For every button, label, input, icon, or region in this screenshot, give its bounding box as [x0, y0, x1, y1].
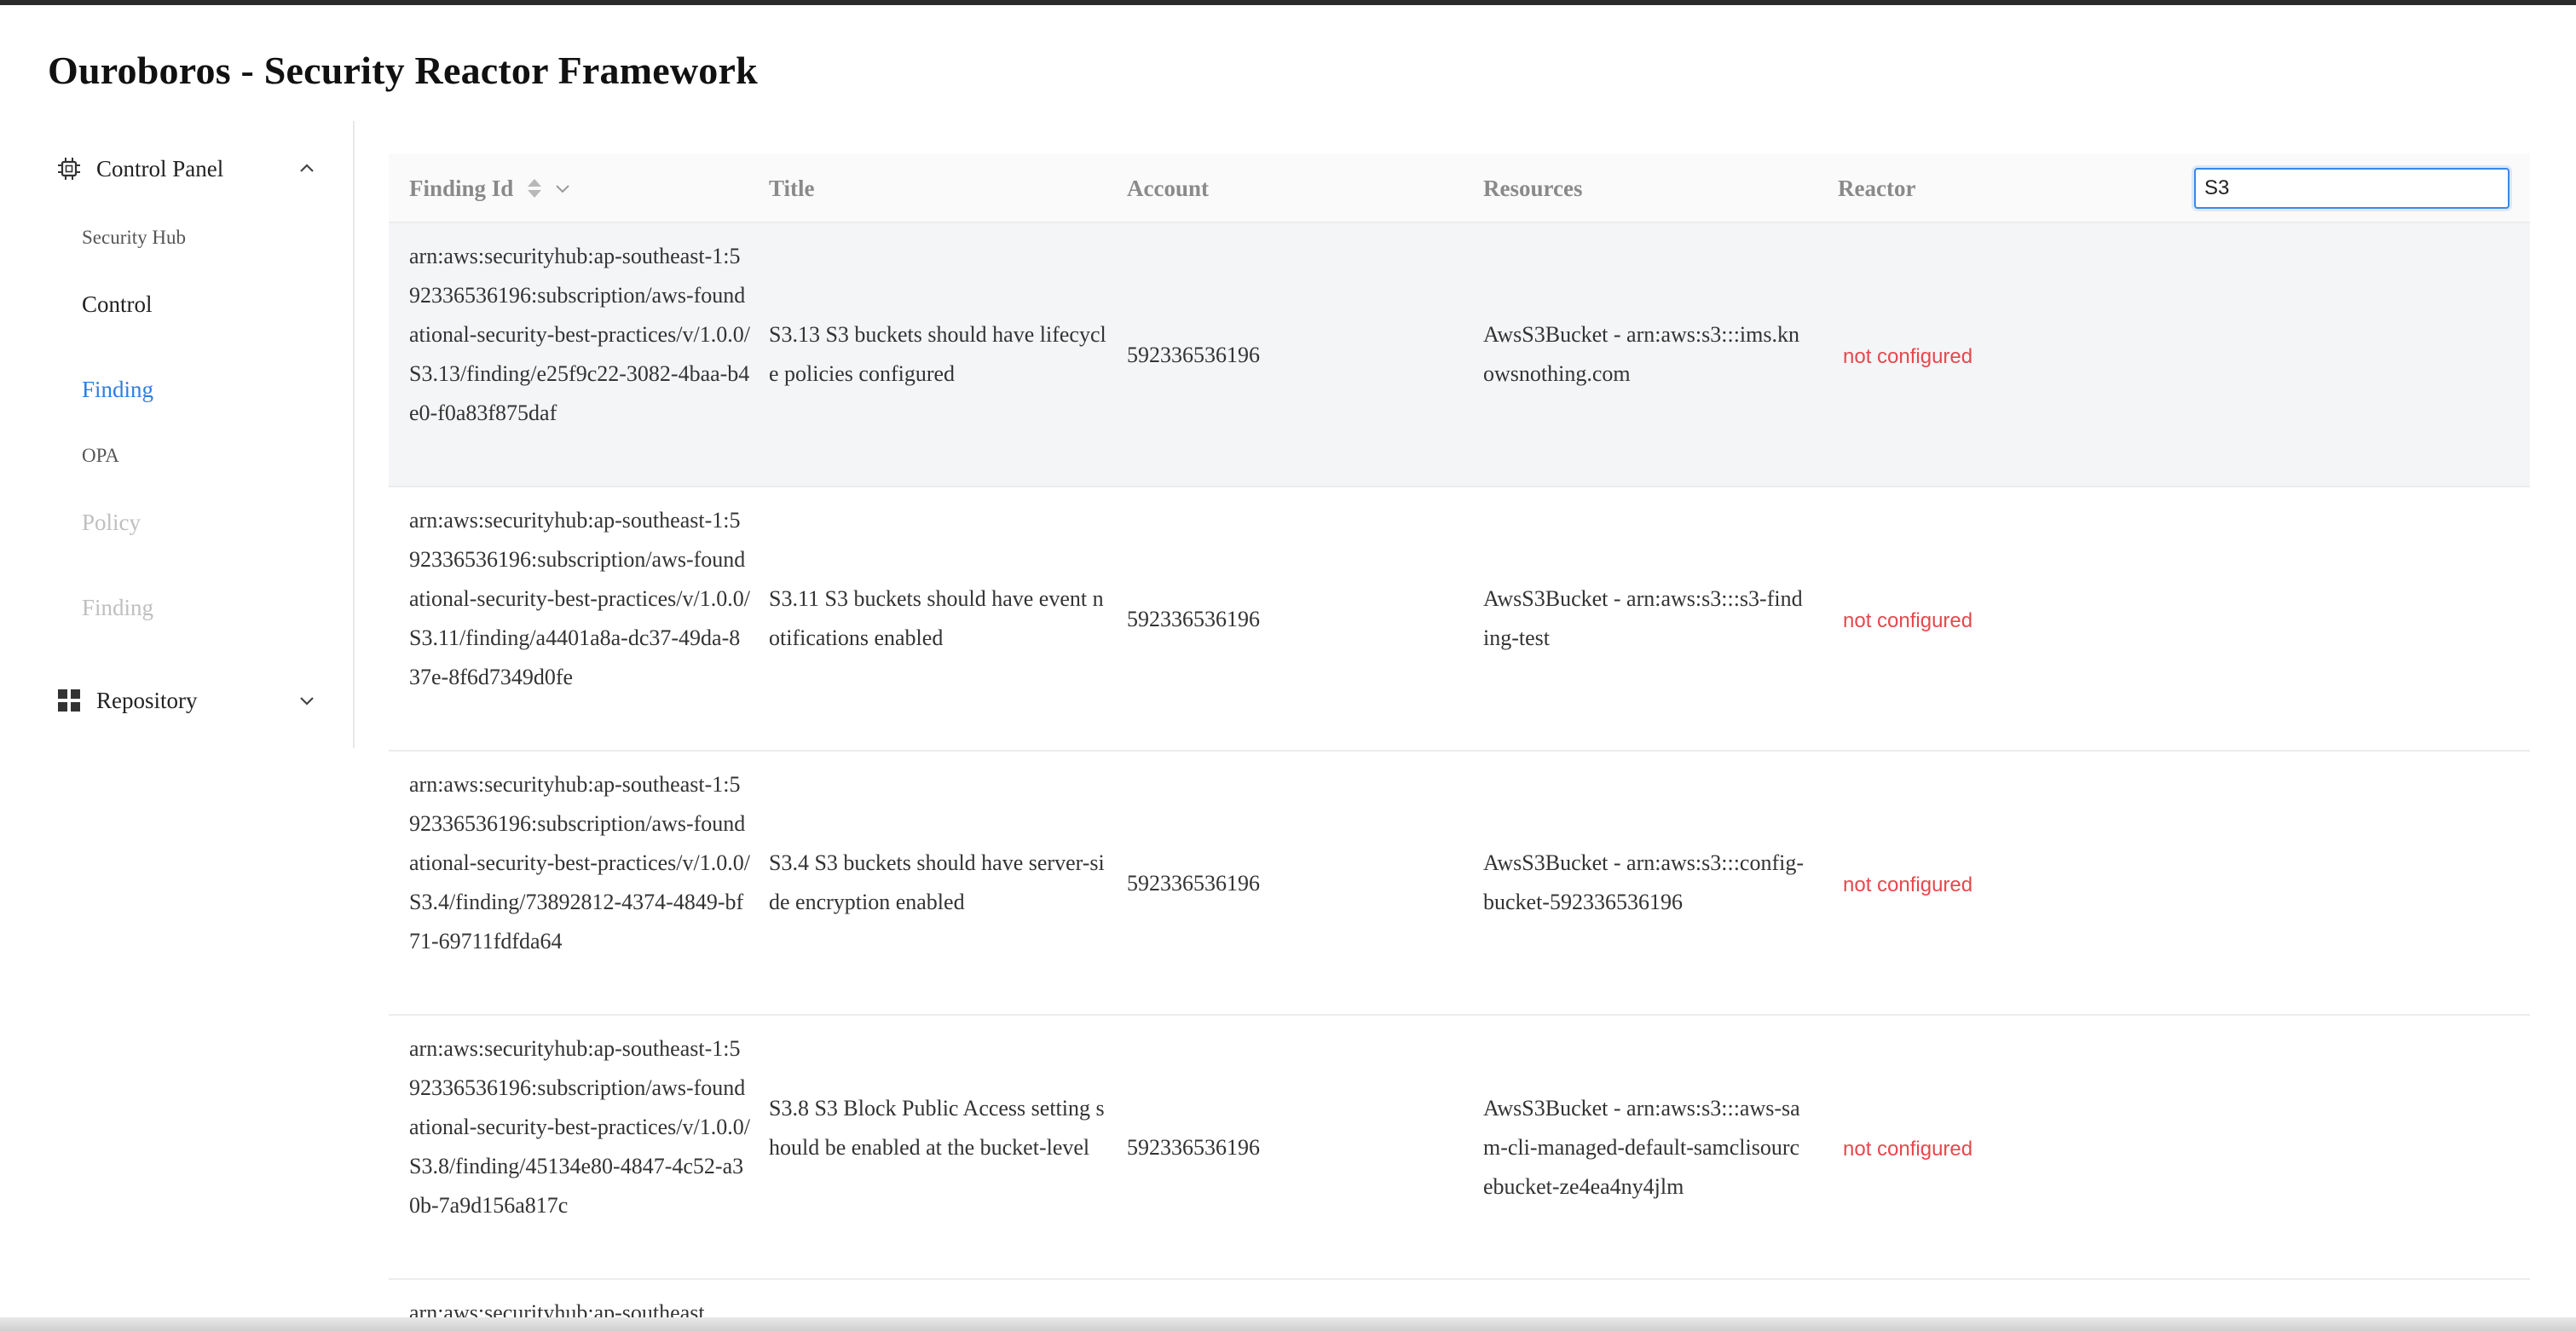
app-title: Ouroboros - Security Reactor Framework	[48, 49, 758, 92]
finding-id-cell: arn:aws:securityhub:ap-southeast-1:59233…	[409, 772, 750, 954]
column-header-label: Finding Id	[409, 175, 514, 201]
sidebar-item-policy: Policy	[82, 510, 142, 535]
resources-cell: AwsS3Bucket - arn:aws:s3:::config-bucket…	[1483, 850, 1804, 914]
title-cell: S3.8 S3 Block Public Access setting shou…	[769, 1096, 1105, 1160]
table-row[interactable]: arn:aws:securityhub:ap-southeast-1:59233…	[389, 487, 2530, 752]
title-cell: S3.11 S3 buckets should have event notif…	[769, 586, 1104, 650]
title-cell: S3.13 S3 buckets should have lifecycle p…	[769, 322, 1106, 386]
reactor-status: not configured	[1843, 1138, 1973, 1161]
window-top-bar	[0, 0, 2576, 5]
column-header-account: Account	[1127, 175, 1209, 201]
account-cell: 592336536196	[1127, 871, 1260, 896]
table-header: Finding Id Title Account Resources React…	[389, 153, 2530, 223]
account-cell: 592336536196	[1127, 343, 1260, 367]
sidebar: Control Panel Security Hub Control Findi…	[0, 121, 355, 748]
column-header-reactor: Reactor	[1838, 175, 1916, 201]
finding-id-cell: arn:aws:securityhub:ap-southeast-1:59233…	[409, 508, 750, 689]
sidebar-item-security-hub[interactable]: Security Hub	[82, 227, 186, 249]
reactor-status: not configured	[1843, 609, 1973, 632]
account-cell: 592336536196	[1127, 607, 1260, 631]
chevron-up-icon	[300, 164, 314, 172]
column-header-resources: Resources	[1483, 175, 1583, 201]
finding-id-cell: arn:aws:securityhub:ap-southeast-1:59233…	[409, 244, 750, 425]
grid-icon	[56, 688, 82, 713]
column-header-title: Title	[769, 175, 815, 201]
chip-icon	[56, 156, 82, 182]
sort-icon[interactable]	[525, 176, 544, 200]
findings-table: Finding Id Title Account Resources React…	[389, 153, 2530, 1331]
sidebar-item-opa-finding: Finding	[82, 595, 154, 620]
table-row[interactable]: arn:aws:securityhub:ap-southeast-1:59233…	[389, 1016, 2530, 1280]
resources-cell: AwsS3Bucket - arn:aws:s3:::aws-sam-cli-m…	[1483, 1096, 1800, 1199]
title-cell: S3.4 S3 buckets should have server-side …	[769, 850, 1105, 914]
sidebar-group-label: Repository	[96, 687, 198, 713]
sidebar-group-control-panel[interactable]: Control Panel	[0, 135, 353, 203]
account-cell: 592336536196	[1127, 1135, 1260, 1160]
finding-id-cell: arn:aws:securityhub:ap-southeast-1:59233…	[409, 1036, 750, 1218]
sidebar-item-finding[interactable]: Finding	[82, 377, 153, 403]
sidebar-item-control[interactable]: Control	[82, 291, 153, 318]
table-row[interactable]: arn:aws:securityhub:ap-southeast-1:59233…	[389, 223, 2530, 487]
sidebar-group-label: Control Panel	[96, 155, 224, 182]
sidebar-group-repository[interactable]: Repository	[0, 666, 353, 735]
reactor-status: not configured	[1843, 873, 1973, 896]
chevron-down-icon	[300, 697, 314, 706]
resources-cell: AwsS3Bucket - arn:aws:s3:::s3-finding-te…	[1483, 586, 1803, 650]
search-input[interactable]	[2194, 168, 2510, 209]
column-header-finding-id[interactable]: Finding Id	[409, 153, 573, 223]
resources-cell: AwsS3Bucket - arn:aws:s3:::ims.knowsnoth…	[1483, 322, 1799, 386]
reactor-status: not configured	[1843, 345, 1973, 368]
window-bottom-edge	[0, 1317, 2576, 1331]
filter-chevron-down-icon[interactable]	[552, 178, 573, 199]
sidebar-item-opa[interactable]: OPA	[82, 445, 119, 467]
table-row[interactable]: arn:aws:securityhub:ap-southeast-1:59233…	[389, 752, 2530, 1016]
